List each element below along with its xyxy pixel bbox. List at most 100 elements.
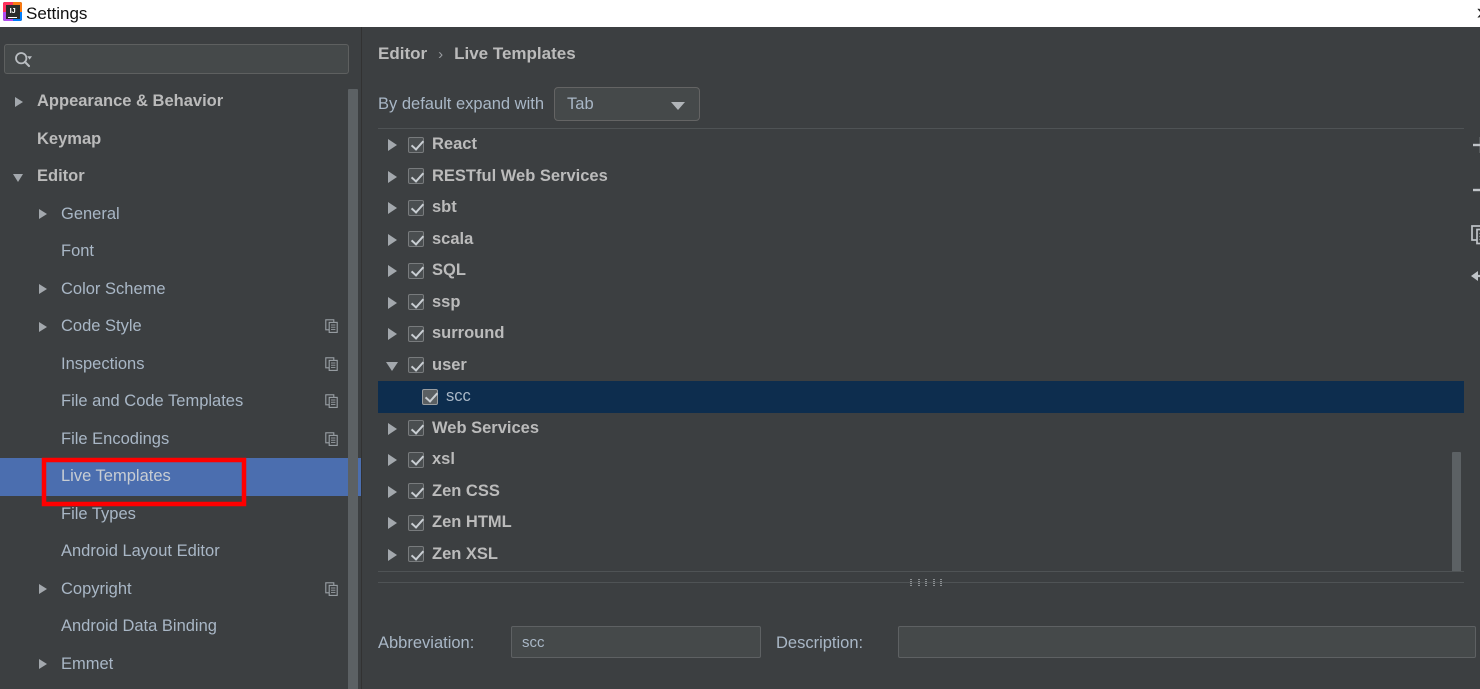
template-checkbox[interactable]	[408, 294, 424, 311]
sidebar-item-android-data-binding[interactable]: Android Data Binding	[0, 608, 361, 646]
template-label: user	[432, 355, 467, 374]
template-row[interactable]: Web Services	[378, 413, 1464, 445]
add-template-button[interactable]	[1464, 128, 1480, 162]
minus-icon	[1473, 188, 1480, 192]
chevron-right-icon[interactable]	[38, 658, 50, 670]
chevron-right-icon[interactable]	[387, 296, 400, 309]
arrow-spacer	[38, 396, 50, 408]
chevron-down-icon[interactable]	[386, 359, 400, 372]
template-checkbox[interactable]	[408, 199, 424, 216]
sidebar-item-editor[interactable]: Editor	[0, 158, 361, 196]
copy-icon[interactable]	[325, 356, 339, 371]
breadcrumb-parent[interactable]: Editor	[378, 44, 427, 64]
template-checkbox[interactable]	[408, 546, 424, 563]
template-checkbox[interactable]	[422, 388, 438, 405]
chevron-right-icon[interactable]	[38, 283, 50, 295]
copy-icon	[1471, 225, 1480, 245]
chevron-right-icon[interactable]	[387, 264, 400, 278]
search-icon	[15, 52, 32, 68]
search-input[interactable]	[4, 44, 349, 74]
sidebar-item-keymap[interactable]: Keymap	[0, 121, 361, 159]
template-row[interactable]: scc	[378, 381, 1464, 413]
sidebar-item-file-encodings[interactable]: File Encodings	[0, 421, 361, 459]
template-row[interactable]: sbt	[378, 192, 1464, 224]
template-checkbox[interactable]	[408, 325, 424, 342]
copy-icon[interactable]	[325, 431, 339, 446]
chevron-right-icon[interactable]	[387, 138, 400, 152]
sidebar-item-android-layout-editor[interactable]: Android Layout Editor	[0, 533, 361, 571]
sidebar-item-emmet[interactable]: Emmet	[0, 646, 361, 684]
chevron-right-icon[interactable]	[387, 453, 400, 467]
chevron-right-icon[interactable]	[387, 422, 400, 435]
sidebar-item-appearance-behavior[interactable]: Appearance & Behavior	[0, 83, 361, 121]
splitter-grip-icon[interactable]	[910, 578, 942, 586]
templates-list[interactable]: React RESTful Web Services sbt scala SQL ssp s…	[378, 128, 1464, 572]
chevron-down-icon[interactable]	[13, 171, 26, 183]
sidebar-scrollbar-thumb[interactable]	[348, 89, 358, 689]
template-checkbox[interactable]	[408, 357, 424, 374]
copy-icon[interactable]	[325, 581, 339, 596]
remove-template-button[interactable]	[1464, 173, 1480, 207]
revert-template-button[interactable]	[1464, 263, 1480, 297]
template-row[interactable]: RESTful Web Services	[378, 161, 1464, 193]
settings-window: IJ Settings › Appearance & Behavior Keyma…	[0, 0, 1480, 689]
template-checkbox[interactable]	[408, 231, 424, 248]
template-label: Zen XSL	[432, 544, 499, 563]
chevron-right-icon[interactable]	[38, 208, 50, 220]
sidebar-item-copyright[interactable]: Copyright	[0, 571, 361, 609]
sidebar-item-label: Live Templates	[61, 467, 171, 486]
arrow-spacer	[38, 471, 50, 483]
template-checkbox[interactable]	[408, 168, 424, 185]
templates-scrollbar-thumb[interactable]	[1452, 452, 1461, 571]
abbreviation-field[interactable]: scc	[511, 626, 761, 658]
sidebar-item-font[interactable]: Font	[0, 233, 361, 271]
template-checkbox[interactable]	[408, 136, 424, 153]
sidebar-item-color-scheme[interactable]: Color Scheme	[0, 271, 361, 309]
chevron-right-icon[interactable]	[387, 170, 400, 183]
template-row[interactable]: React	[378, 129, 1464, 161]
sidebar-item-label: Font	[61, 242, 95, 261]
chevron-right-icon[interactable]	[387, 201, 400, 215]
breadcrumb-current: Live Templates	[454, 44, 576, 63]
copy-icon[interactable]	[325, 319, 339, 333]
window-body: Appearance & Behavior Keymap Editor General…	[0, 27, 1480, 689]
template-row[interactable]: user	[378, 350, 1464, 382]
sidebar-item-file-types[interactable]: File Types	[0, 496, 361, 534]
template-row[interactable]: scala	[378, 224, 1464, 256]
template-row[interactable]: xsl	[378, 444, 1464, 476]
chevron-right-icon[interactable]	[38, 321, 50, 333]
template-checkbox[interactable]	[408, 483, 424, 500]
template-checkbox[interactable]	[408, 420, 424, 437]
template-checkbox[interactable]	[408, 451, 424, 468]
sidebar-item-label: Emmet	[61, 654, 114, 673]
chevron-right-icon[interactable]	[387, 327, 400, 341]
template-row[interactable]: Zen HTML	[378, 507, 1464, 539]
template-checkbox[interactable]	[408, 262, 424, 279]
chevron-right-icon[interactable]	[14, 96, 26, 108]
sidebar-item-file-and-code-templates[interactable]: File and Code Templates	[0, 383, 361, 421]
chevron-right-icon[interactable]	[38, 583, 50, 595]
sidebar-item-inspections[interactable]: Inspections	[0, 346, 361, 384]
expand-with-dropdown[interactable]: Tab	[554, 87, 701, 121]
template-row[interactable]: Zen CSS	[378, 476, 1464, 508]
description-field[interactable]	[898, 626, 1476, 658]
sidebar-item-code-style[interactable]: Code Style	[0, 308, 361, 346]
template-row[interactable]: SQL	[378, 255, 1464, 287]
template-label: scala	[432, 229, 474, 248]
template-label: SQL	[432, 261, 466, 280]
template-row[interactable]: Zen XSL	[378, 539, 1464, 571]
template-checkbox[interactable]	[408, 514, 424, 531]
chevron-right-icon[interactable]	[387, 548, 400, 561]
duplicate-template-button[interactable]	[1464, 218, 1480, 252]
template-row[interactable]: surround	[378, 318, 1464, 350]
chevron-right-icon[interactable]	[387, 485, 400, 498]
sidebar-item-general[interactable]: General	[0, 196, 361, 234]
chevron-right-icon[interactable]	[387, 233, 400, 246]
template-row[interactable]: ssp	[378, 287, 1464, 319]
sidebar-item-live-templates[interactable]: Live Templates	[0, 458, 361, 496]
template-label: scc	[446, 387, 471, 406]
breadcrumb: Editor › Live Templates	[378, 44, 576, 64]
chevron-right-icon[interactable]	[387, 516, 400, 530]
search-value[interactable]	[39, 45, 344, 73]
copy-icon[interactable]	[325, 394, 339, 408]
